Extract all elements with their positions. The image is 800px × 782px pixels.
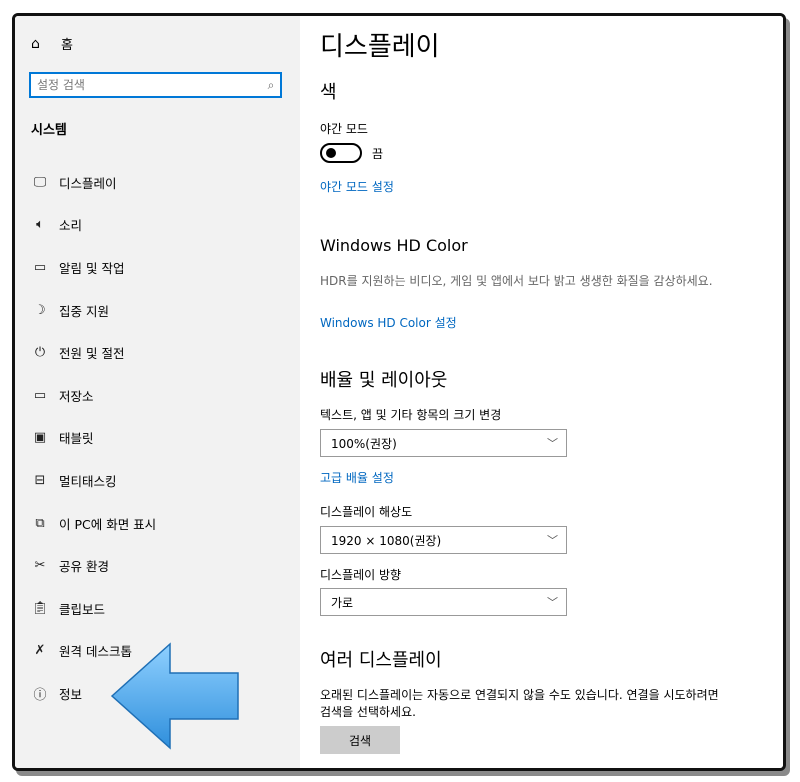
toggle-switch[interactable] <box>320 143 362 163</box>
sidebar-item-focus-assist[interactable]: ☽ 집중 지원 <box>15 289 300 332</box>
sidebar-item-label: 클립보드 <box>59 601 106 617</box>
sidebar-item-clipboard[interactable]: 📋︎ 클립보드 <box>15 587 300 630</box>
multi-display-description: 오래된 디스플레이는 자동으로 연결되지 않을 수도 있습니다. 연결을 시도하… <box>320 688 719 719</box>
pointer-arrow-icon <box>110 642 239 750</box>
sidebar-item-label: 태블릿 <box>59 431 94 447</box>
sidebar-item-projecting[interactable]: ⧉ 이 PC에 화면 표시 <box>15 502 300 545</box>
sidebar-item-storage[interactable]: ▭ 저장소 <box>15 374 300 417</box>
scale-section-title: 배율 및 레이아웃 <box>320 370 448 391</box>
sidebar-item-label: 디스플레이 <box>59 175 117 191</box>
search-icon[interactable]: ⌕ <box>262 78 280 93</box>
sidebar-item-notifications[interactable]: ▭ 알림 및 작업 <box>15 246 300 289</box>
night-mode-state: 끔 <box>372 146 384 161</box>
hd-color-settings-link[interactable]: Windows HD Color 설정 <box>320 314 457 331</box>
search-input[interactable] <box>31 77 262 93</box>
settings-window: ⌂ 홈 ⌕ 시스템 🖵 디스플레이 🔈︎ 소리 ▭ 알림 및 작업 ☽ 집중 지… <box>12 13 786 771</box>
sidebar-item-label: 전원 및 절전 <box>59 346 125 362</box>
speaker-icon: 🔈︎ <box>36 217 44 233</box>
orientation-value: 가로 <box>331 595 354 610</box>
scale-value: 100%(권장) <box>331 436 397 451</box>
orientation-label: 디스플레이 방향 <box>320 568 402 582</box>
sidebar-item-sound[interactable]: 🔈︎ 소리 <box>15 204 300 247</box>
remote-desktop-icon: ✗ <box>34 643 46 659</box>
chevron-down-icon: ﹀ <box>547 596 558 609</box>
page-title: 디스플레이 <box>320 32 440 62</box>
sidebar-item-label: 정보 <box>59 686 83 702</box>
detect-button[interactable]: 검색 <box>320 726 400 754</box>
hd-color-description: HDR를 지원하는 비디오, 게임 및 앱에서 보다 밝고 생생한 화질을 감상… <box>320 274 713 288</box>
sidebar-item-label: 공유 환경 <box>59 559 109 575</box>
search-box[interactable]: ⌕ <box>29 72 282 98</box>
sidebar-item-shared-experiences[interactable]: ✂ 공유 환경 <box>15 544 300 587</box>
night-mode-settings-link[interactable]: 야간 모드 설정 <box>320 178 394 195</box>
scale-label: 텍스트, 앱 및 기타 항목의 크기 변경 <box>320 408 502 422</box>
toggle-knob <box>326 148 336 158</box>
power-icon: ⏻ <box>34 345 46 361</box>
multitasking-icon: ⊟ <box>34 472 46 488</box>
sidebar-item-tablet[interactable]: ▣ 태블릿 <box>15 417 300 460</box>
storage-icon: ▭ <box>33 387 47 403</box>
advanced-scale-link[interactable]: 고급 배율 설정 <box>320 469 394 486</box>
chevron-down-icon: ﹀ <box>547 437 558 450</box>
monitor-icon: 🖵 <box>33 174 47 190</box>
sidebar-item-display[interactable]: 🖵 디스플레이 <box>15 161 300 204</box>
multi-display-title: 여러 디스플레이 <box>320 650 442 671</box>
home-label: 홈 <box>61 38 73 53</box>
sidebar-item-label: 알림 및 작업 <box>59 260 125 276</box>
chevron-down-icon: ﹀ <box>547 534 558 547</box>
section-title: 시스템 <box>31 123 67 138</box>
orientation-dropdown[interactable]: 가로 ﹀ <box>320 588 567 616</box>
night-mode-toggle[interactable]: 끔 <box>320 143 383 163</box>
moon-icon: ☽ <box>34 302 46 318</box>
sidebar-nav: 🖵 디스플레이 🔈︎ 소리 ▭ 알림 및 작업 ☽ 집중 지원 ⏻ 전원 및 절… <box>15 161 300 715</box>
color-section-title: 색 <box>320 82 337 103</box>
shared-experiences-icon: ✂ <box>34 558 46 574</box>
hd-color-title: Windows HD Color <box>320 236 468 255</box>
scale-dropdown[interactable]: 100%(권장) ﹀ <box>320 429 567 457</box>
sidebar-item-label: 집중 지원 <box>59 303 109 319</box>
home-link[interactable]: ⌂ 홈 <box>31 34 73 54</box>
clipboard-icon: 📋︎ <box>31 600 49 616</box>
tablet-icon: ▣ <box>33 430 47 446</box>
main-content: 디스플레이 색 야간 모드 끔 야간 모드 설정 Windows HD Colo… <box>300 16 783 768</box>
notification-icon: ▭ <box>33 259 47 275</box>
sidebar-item-label: 소리 <box>59 218 83 234</box>
project-icon: ⧉ <box>35 515 45 531</box>
resolution-value: 1920 × 1080(권장) <box>331 533 442 548</box>
sidebar-item-label: 이 PC에 화면 표시 <box>59 516 157 532</box>
info-icon: ⓘ <box>33 687 47 703</box>
sidebar-item-label: 멀티태스킹 <box>59 473 117 489</box>
resolution-label: 디스플레이 해상도 <box>320 505 413 519</box>
home-icon: ⌂ <box>31 35 40 52</box>
sidebar-item-power[interactable]: ⏻ 전원 및 절전 <box>15 331 300 374</box>
sidebar: ⌂ 홈 ⌕ 시스템 🖵 디스플레이 🔈︎ 소리 ▭ 알림 및 작업 ☽ 집중 지… <box>15 16 300 768</box>
night-mode-label: 야간 모드 <box>320 122 368 136</box>
sidebar-item-label: 저장소 <box>59 388 94 404</box>
resolution-dropdown[interactable]: 1920 × 1080(권장) ﹀ <box>320 526 567 554</box>
sidebar-item-multitasking[interactable]: ⊟ 멀티태스킹 <box>15 459 300 502</box>
